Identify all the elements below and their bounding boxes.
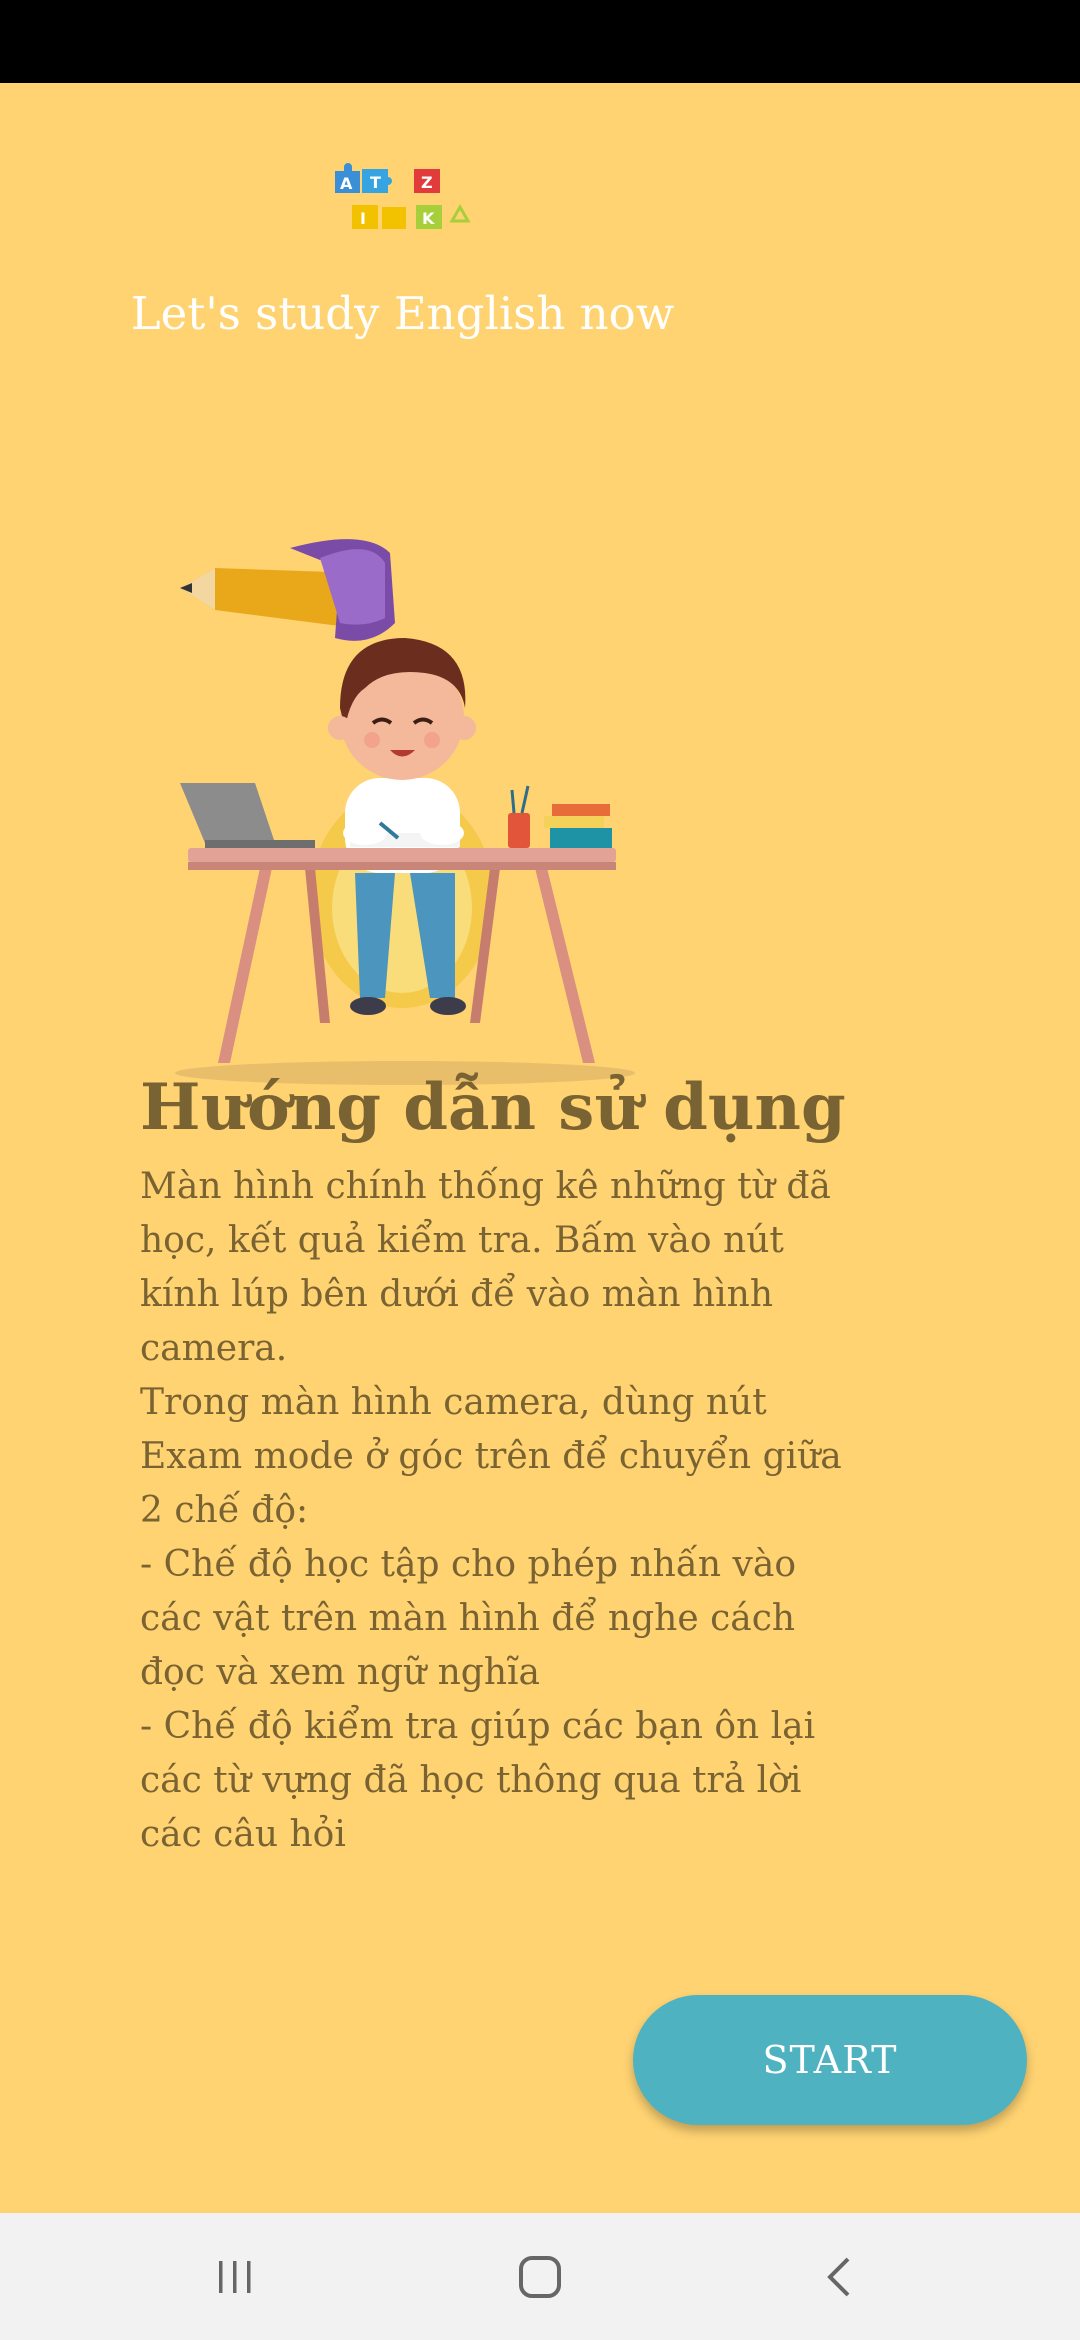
guide-paragraph-camera-screen: Trong màn hình camera, dùng nút Exam mod… (140, 1382, 842, 1531)
recent-apps-icon (219, 2260, 251, 2293)
svg-text:A: A (340, 174, 353, 193)
guide-paragraph-learning-mode: - Chế độ học tập cho phép nhấn vào các v… (140, 1544, 796, 1693)
svg-text:K: K (422, 209, 435, 228)
back-icon (827, 2257, 850, 2296)
home-icon (519, 2255, 561, 2298)
guide-screen: A T Z I K Let's study English now Hướng … (0, 83, 1080, 2213)
back-button[interactable] (770, 2213, 910, 2340)
guide-paragraph-main-screen: Màn hình chính thống kê những từ đã học,… (140, 1166, 831, 1369)
app-tagline: Let's study English now (130, 287, 675, 340)
guide-instructions: Màn hình chính thống kê những từ đã học,… (140, 1160, 860, 1862)
svg-text:Z: Z (421, 173, 433, 192)
svg-text:I: I (360, 209, 366, 228)
system-navigation-bar (0, 2213, 1080, 2340)
svg-text:T: T (370, 173, 381, 192)
guide-title: Hướng dẫn sử dụng (140, 1070, 846, 1145)
kid-studying-illustration (175, 539, 635, 1085)
start-button[interactable]: START (633, 1995, 1027, 2125)
home-button[interactable] (470, 2213, 610, 2340)
recent-apps-button[interactable] (165, 2213, 305, 2340)
status-bar (0, 0, 1080, 83)
puzzle-letters-logo: A T Z I K (335, 163, 471, 229)
guide-paragraph-exam-mode: - Chế độ kiểm tra giúp các bạn ôn lại cá… (140, 1706, 816, 1855)
